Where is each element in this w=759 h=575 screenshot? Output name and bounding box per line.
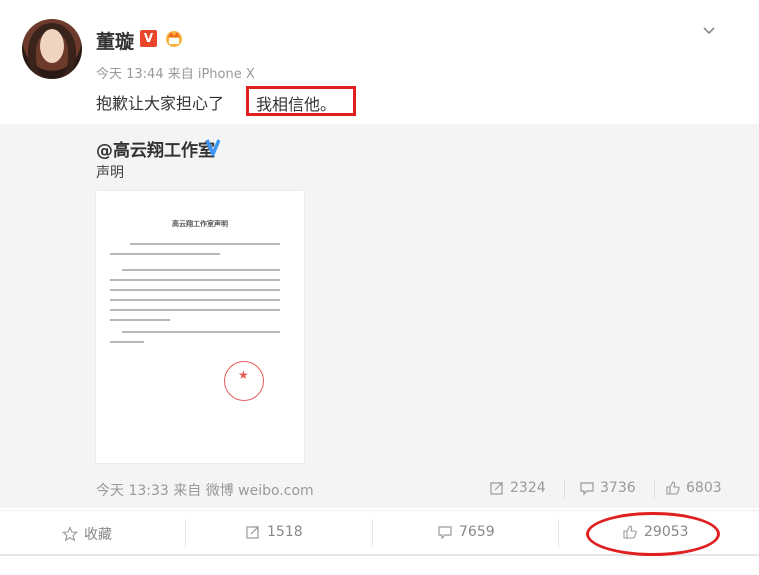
- repost-icon: [246, 526, 259, 539]
- divider: [564, 480, 565, 498]
- doc-line: [110, 279, 280, 281]
- doc-line: [110, 299, 280, 301]
- doc-line: [110, 253, 220, 255]
- star-outline-icon: [62, 526, 78, 542]
- statement-document-image[interactable]: 高云翔工作室声明 ★: [96, 191, 304, 463]
- comment-button[interactable]: 7659: [437, 524, 495, 540]
- doc-line: [110, 309, 280, 311]
- crown-icon: [166, 31, 182, 47]
- post-text: 抱歉让大家担心了: [96, 94, 225, 113]
- repost-total: 1518: [267, 524, 303, 540]
- blue-v-icon: [206, 139, 220, 156]
- repost-author[interactable]: @高云翔工作室: [96, 136, 215, 161]
- comment-total: 7659: [459, 524, 495, 540]
- comment-icon: [438, 526, 452, 540]
- divider: [558, 519, 559, 547]
- doc-line: [130, 243, 280, 245]
- doc-line: [110, 341, 144, 343]
- favorite-label: 收藏: [84, 527, 112, 543]
- divider: [372, 519, 373, 547]
- verified-v-badge: V: [140, 30, 157, 47]
- repost-button[interactable]: 1518: [245, 524, 303, 540]
- doc-line: [110, 319, 170, 321]
- favorite-button[interactable]: 收藏: [62, 524, 112, 544]
- repost-text: 声明: [96, 165, 124, 181]
- avatar-face: [40, 29, 64, 63]
- repost-icon: [490, 482, 503, 495]
- repost-like-count[interactable]: 6803: [665, 480, 722, 496]
- comment-icon: [580, 482, 594, 496]
- comment-count: 3736: [600, 480, 636, 496]
- author-name[interactable]: 董璇: [96, 27, 134, 54]
- doc-line: [122, 331, 280, 333]
- avatar[interactable]: [22, 19, 82, 79]
- seal-star-icon: ★: [238, 368, 249, 382]
- doc-line: [110, 289, 280, 291]
- like-count: 6803: [686, 480, 722, 496]
- doc-line: [122, 269, 280, 271]
- document-title: 高云翔工作室声明: [172, 220, 228, 228]
- repost-count: 2324: [510, 480, 546, 496]
- divider: [654, 480, 655, 498]
- divider: [185, 519, 186, 547]
- thumbs-up-icon: [666, 481, 680, 495]
- chevron-down-icon[interactable]: [702, 24, 716, 38]
- highlighted-text: 我相信他。: [256, 95, 337, 114]
- repost-meta: 今天 13:33 来自 微博 weibo.com: [96, 483, 314, 499]
- circle-annotation: [586, 512, 720, 556]
- repost-repost-count[interactable]: 2324: [489, 480, 546, 496]
- repost-comment-count[interactable]: 3736: [579, 480, 636, 496]
- post-meta: 今天 13:44 来自 iPhone X: [96, 67, 255, 82]
